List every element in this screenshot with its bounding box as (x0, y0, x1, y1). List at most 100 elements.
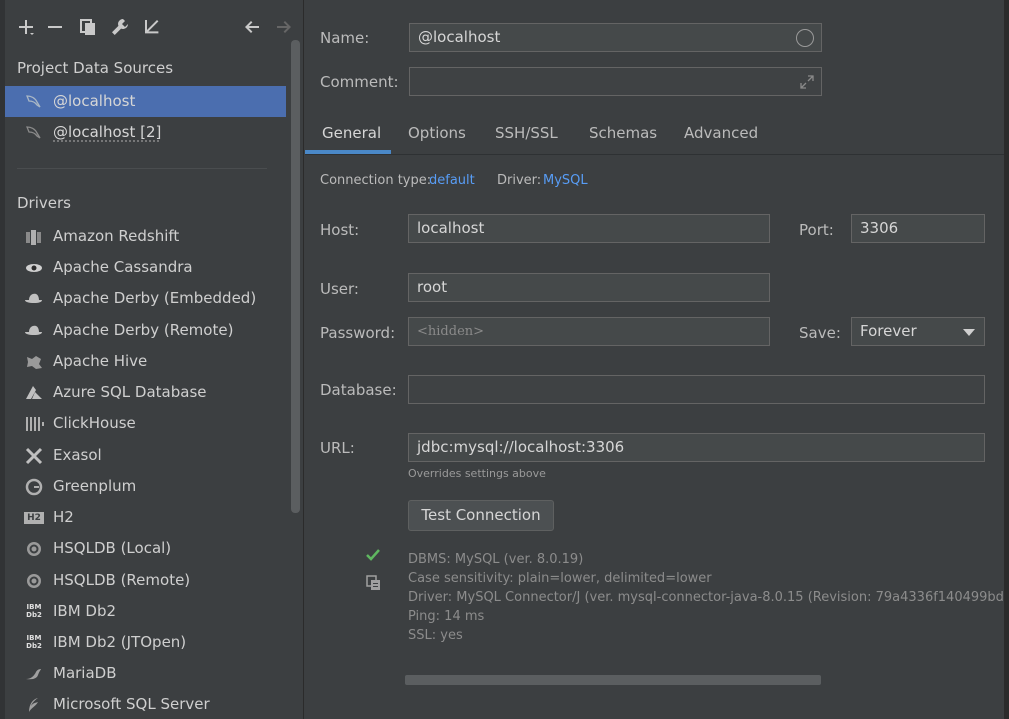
driver-label: HSQLDB (Local) (53, 539, 172, 557)
save-label: Save: (799, 324, 841, 342)
sidebar-scrollbar[interactable] (291, 40, 300, 513)
drivers-title: Drivers (17, 194, 71, 212)
name-field-value: @localhost (418, 28, 501, 46)
active-tab-indicator (305, 150, 391, 154)
result-line: Ping: 14 ms (408, 609, 485, 624)
test-connection-button[interactable]: Test Connection (408, 500, 554, 531)
h2-badge-icon: H2 (24, 512, 44, 524)
derby-hat-icon (25, 325, 42, 335)
tab-options[interactable]: Options (408, 124, 466, 142)
save-select[interactable]: Forever (851, 317, 985, 346)
data-source-item[interactable]: @localhost [2] (5, 117, 286, 148)
driver-item[interactable]: Apache Cassandra (5, 253, 286, 284)
chevron-down-icon (963, 329, 975, 336)
name-label: Name: (320, 29, 370, 47)
connection-type-label: Connection type: (320, 173, 432, 188)
driver-label: Amazon Redshift (53, 227, 180, 245)
password-field[interactable]: <hidden> (408, 317, 770, 346)
hive-bee-icon (27, 356, 42, 369)
driver-item[interactable]: Exasol (5, 441, 286, 472)
divider (17, 168, 267, 169)
driver-label: Apache Derby (Embedded) (53, 289, 257, 307)
tab-schemas[interactable]: Schemas (589, 124, 657, 142)
driver-item[interactable]: MariaDB (5, 659, 286, 690)
comment-label: Comment: (320, 73, 399, 91)
comment-field[interactable] (409, 67, 822, 96)
mariadb-seal-icon (26, 669, 41, 680)
password-label: Password: (320, 324, 396, 342)
window-edge (1004, 0, 1009, 719)
driver-label: IBM Db2 (JTOpen) (53, 633, 187, 651)
arrow-down-left-icon[interactable] (140, 14, 164, 38)
user-field[interactable]: root (408, 273, 770, 302)
port-field[interactable]: 3306 (851, 214, 985, 243)
url-hint: Overrides settings above (408, 467, 546, 480)
wrench-icon[interactable] (108, 14, 132, 38)
driver-item[interactable]: Amazon Redshift (5, 222, 286, 253)
driver-item[interactable]: HSQLDB (Remote) (5, 566, 286, 597)
settings-tabs: General Options SSH/SSL Schemas Advanced (305, 116, 1009, 155)
driver-label: MariaDB (53, 664, 117, 682)
tab-ssh-ssl[interactable]: SSH/SSL (495, 124, 558, 142)
driver-label: Exasol (53, 446, 102, 464)
expand-icon[interactable] (799, 74, 815, 90)
driver-item[interactable]: HSQLDB (Local) (5, 534, 286, 565)
driver-item[interactable]: IBM Db2 IBM Db2 (JTOpen) (5, 628, 286, 659)
copy-icon[interactable] (366, 575, 382, 591)
copy-icon[interactable] (76, 14, 100, 38)
driver-label: H2 (53, 508, 74, 526)
azure-icon (26, 386, 42, 399)
result-line: DBMS: MySQL (ver. 8.0.19) (408, 552, 584, 567)
redshift-icon (26, 230, 41, 245)
driver-item[interactable]: H2 H2 (5, 503, 286, 534)
horizontal-scrollbar[interactable] (405, 675, 821, 685)
tab-general[interactable]: General (322, 124, 381, 142)
checkmark-icon (366, 549, 380, 561)
driver-item[interactable]: IBM Db2 IBM Db2 (5, 597, 286, 628)
result-line: SSL: yes (408, 628, 463, 643)
save-select-value: Forever (860, 322, 917, 340)
minus-icon[interactable] (43, 14, 67, 38)
hsqldb-spiral-icon (27, 542, 41, 556)
url-label: URL: (320, 439, 355, 457)
driver-label: Microsoft SQL Server (53, 695, 210, 713)
color-circle-icon[interactable] (796, 29, 814, 47)
exasol-x-icon (25, 447, 43, 465)
host-field[interactable]: localhost (408, 214, 770, 243)
driver-item[interactable]: Apache Hive (5, 347, 286, 378)
hsqldb-spiral-icon (27, 574, 41, 588)
sidebar-toolbar (14, 14, 293, 40)
data-source-item[interactable]: @localhost (5, 86, 286, 117)
driver-label: Driver: (497, 173, 542, 188)
result-line: Driver: MySQL Connector/J (ver. mysql-co… (408, 590, 1009, 605)
driver-item[interactable]: ClickHouse (5, 409, 286, 440)
driver-link[interactable]: MySQL (543, 173, 588, 188)
name-field[interactable]: @localhost (409, 23, 822, 52)
driver-label: IBM Db2 (53, 602, 117, 620)
result-line: Case sensitivity: plain=lower, delimited… (408, 571, 712, 586)
tab-advanced[interactable]: Advanced (684, 124, 758, 142)
port-label: Port: (799, 221, 834, 239)
mysql-dolphin-icon (26, 126, 41, 139)
cassandra-eye-icon (26, 264, 42, 272)
sqlserver-icon (29, 698, 38, 712)
driver-item[interactable]: Microsoft SQL Server (5, 690, 286, 719)
driver-label: HSQLDB (Remote) (53, 571, 191, 589)
arrow-right-icon[interactable] (272, 14, 296, 38)
data-source-label: @localhost (53, 92, 136, 110)
driver-item[interactable]: Apache Derby (Remote) (5, 316, 286, 347)
arrow-left-icon[interactable] (240, 14, 264, 38)
driver-item[interactable]: Azure SQL Database (5, 378, 286, 409)
driver-label: Apache Derby (Remote) (53, 321, 234, 339)
mysql-dolphin-icon (26, 95, 41, 108)
url-field[interactable]: jdbc:mysql://localhost:3306 (408, 433, 985, 462)
plus-icon[interactable] (14, 14, 38, 38)
greenplum-circle-icon (25, 478, 43, 496)
database-field[interactable] (408, 375, 985, 404)
driver-label: ClickHouse (53, 414, 136, 432)
driver-item[interactable]: Apache Derby (Embedded) (5, 284, 286, 315)
host-label: Host: (320, 221, 360, 239)
driver-item[interactable]: Greenplum (5, 472, 286, 503)
connection-type-link[interactable]: default (429, 173, 475, 188)
driver-label: Apache Hive (53, 352, 148, 370)
